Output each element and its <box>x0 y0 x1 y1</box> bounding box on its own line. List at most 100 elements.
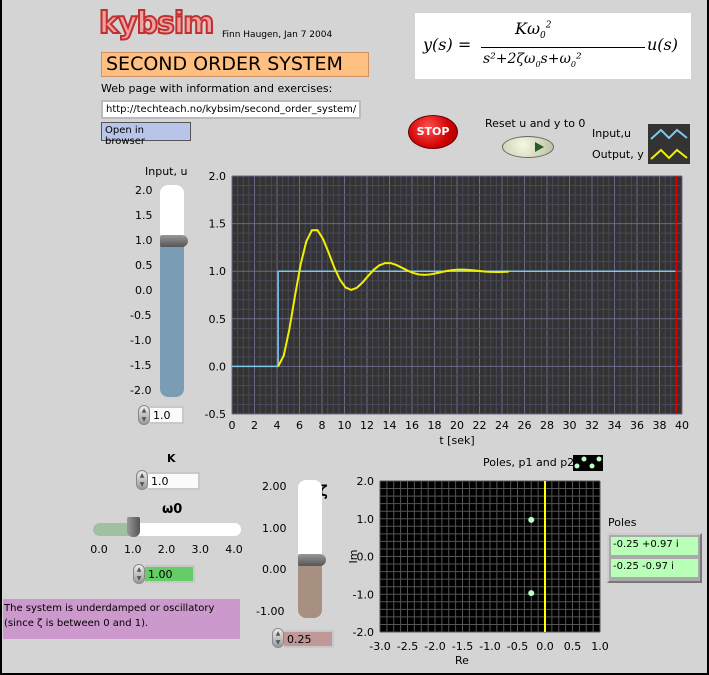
input-slider[interactable] <box>160 185 184 397</box>
x-tick-label: 40 <box>675 419 689 432</box>
front-panel: kybsim Finn Haugen, Jan 7 2004 SECOND OR… <box>0 0 709 675</box>
open-in-browser-button[interactable]: Open in browser <box>101 122 191 147</box>
x-tick-label: 32 <box>585 419 599 432</box>
input-tick-label: -2.0 <box>130 384 152 397</box>
pole-plot: -3.0 -2.5 -2.0 -1.5 -1.0 -0.5 0.0 0.5 1.02.01.00… <box>347 475 609 667</box>
zeta-tick-label: 0.00 <box>262 563 287 577</box>
w0-label: ω0 <box>162 502 183 517</box>
poles-label: Poles <box>608 516 637 529</box>
x-tick-label: -3.0 <box>369 640 390 653</box>
pole-1-value: -0.25 +0.97 i <box>611 537 698 555</box>
input-tick-label: 0.0 <box>135 284 153 297</box>
page-title: SECOND ORDER SYSTEM <box>101 52 369 77</box>
y-tick-label: 2.0 <box>209 170 227 183</box>
w0-slider-thumb[interactable] <box>126 517 140 537</box>
reset-button[interactable] <box>502 136 554 158</box>
input-tick-label: 1.0 <box>135 234 153 247</box>
y-tick-label: -2.0 <box>353 626 374 639</box>
w0-slider[interactable] <box>93 523 241 536</box>
x-tick-label: 26 <box>518 419 532 432</box>
web-label: Web page with information and exercises: <box>101 82 333 95</box>
x-tick-label: 18 <box>428 419 442 432</box>
x-tick-label: 6 <box>296 419 303 432</box>
pole-2-value: -0.25 -0.97 i <box>611 559 698 577</box>
x-tick-label: 0.5 <box>564 640 582 653</box>
poles-legend-label: Poles, p1 and p2 <box>483 456 575 469</box>
x-tick-label: 1.0 <box>591 640 609 653</box>
url-field[interactable]: http://techteach.no/kybsim/second_order_… <box>101 100 361 119</box>
x-tick-label: -2.5 <box>397 640 418 653</box>
k-spinner[interactable]: ▲ ▼ <box>136 470 148 490</box>
input-spinner[interactable]: ▲ ▼ <box>138 405 150 425</box>
input-tick-label: 0.5 <box>135 259 153 272</box>
stop-button[interactable]: STOP <box>408 115 458 149</box>
w0-spinner[interactable]: ▲ ▼ <box>133 564 145 584</box>
transfer-function-formula: y(s) = Kω02 s²+2ζω0s+ω0² u(s) <box>415 13 691 79</box>
input-value[interactable]: 1.0 <box>150 406 184 424</box>
w0-tick-label: 3.0 <box>191 543 210 556</box>
input-tick-label: -1.5 <box>130 359 152 372</box>
x-tick-label: 8 <box>319 419 326 432</box>
y-tick-label: -0.5 <box>205 408 226 421</box>
x-axis-label: Re <box>455 654 469 667</box>
y-tick-label: 0.0 <box>209 360 227 373</box>
input-label: Input, u <box>145 165 188 178</box>
y-axis-label: Im <box>347 550 360 564</box>
w0-tick-label: 2.0 <box>157 543 176 556</box>
x-tick-label: -1.0 <box>479 640 500 653</box>
w0-value[interactable]: 1.00 <box>145 565 195 583</box>
input-slider-thumb[interactable] <box>160 235 188 247</box>
poles-legend-icon <box>573 455 603 471</box>
x-tick-label: -1.5 <box>452 640 473 653</box>
x-tick-label: -2.0 <box>424 640 445 653</box>
author-label: Finn Haugen, Jan 7 2004 <box>222 30 333 40</box>
poles-array: -0.25 +0.97 i -0.25 -0.97 i <box>607 533 702 583</box>
pole-point <box>528 590 535 597</box>
x-tick-label: 0.0 <box>536 640 554 653</box>
plot-legend <box>648 124 690 164</box>
x-tick-label: 12 <box>360 419 374 432</box>
w0-tick-label: 0.0 <box>90 543 108 556</box>
x-tick-label: 38 <box>653 419 667 432</box>
input-tick-label: 1.5 <box>135 209 153 222</box>
x-tick-label: 0 <box>229 419 236 432</box>
x-tick-label: 2 <box>251 419 258 432</box>
zeta-tick-label: 1.00 <box>262 521 287 535</box>
legend-output-label: Output, y <box>592 148 644 161</box>
w0-tick-label: 4.0 <box>225 543 243 556</box>
x-tick-label: 22 <box>473 419 487 432</box>
play-icon <box>535 142 544 152</box>
y-tick-label: 0.5 <box>209 313 227 326</box>
pole-point <box>528 516 535 523</box>
x-tick-label: 4 <box>274 419 281 432</box>
response-chart: 0 2 4 6 8 10 12 14 16 18 20 22 24 26 28 30 32 34 36 38 402.0… <box>205 170 689 447</box>
zeta-spinner[interactable]: ▲ ▼ <box>272 628 284 648</box>
input-tick-label: -0.5 <box>130 309 152 322</box>
x-tick-label: 36 <box>630 419 644 432</box>
y-tick-label: 1.0 <box>357 513 375 526</box>
y-tick-label: 2.0 <box>357 475 375 488</box>
k-label: K <box>167 452 176 465</box>
y-tick-label: -1.0 <box>353 588 374 601</box>
zeta-slider[interactable] <box>298 480 322 618</box>
x-axis-label: t [sek] <box>439 434 474 447</box>
k-value[interactable]: 1.0 <box>148 472 200 490</box>
zeta-value[interactable]: 0.25 <box>284 630 334 648</box>
w0-tick-label: 1.0 <box>124 543 142 556</box>
zeta-tick-label: -1.00 <box>256 605 285 619</box>
x-tick-label: -0.5 <box>507 640 528 653</box>
legend-input-label: Input,u <box>592 127 631 140</box>
input-tick-label: 2.0 <box>135 184 153 197</box>
x-tick-label: 28 <box>540 419 554 432</box>
kybsim-logo: kybsim <box>98 5 215 42</box>
x-tick-label: 30 <box>563 419 577 432</box>
damping-status-message: The system is underdamped or oscillatory… <box>3 599 240 639</box>
y-tick-label: 1.5 <box>209 218 227 231</box>
x-tick-label: 34 <box>608 419 622 432</box>
zeta-slider-thumb[interactable] <box>298 553 326 566</box>
x-tick-label: 14 <box>383 419 397 432</box>
x-tick-label: 24 <box>495 419 509 432</box>
reset-label: Reset u and y to 0 <box>485 117 586 130</box>
x-tick-label: 10 <box>338 419 352 432</box>
x-tick-label: 20 <box>450 419 464 432</box>
